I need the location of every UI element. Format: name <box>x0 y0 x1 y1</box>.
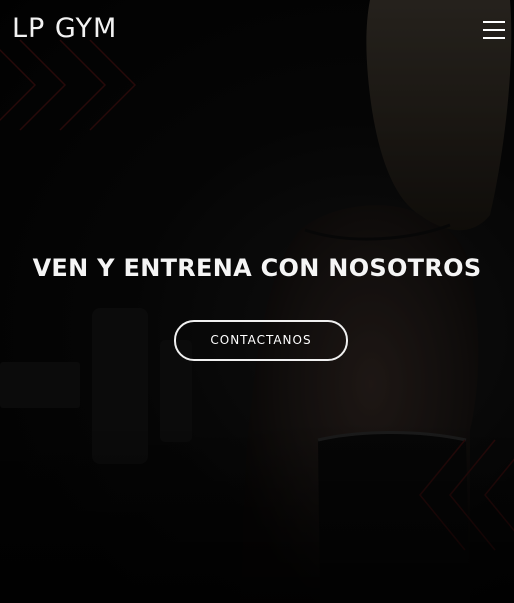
menu-bar-line <box>483 21 505 23</box>
site-logo[interactable]: LP GYM <box>12 12 117 46</box>
hero-background-image <box>0 0 514 603</box>
menu-bar-line <box>483 37 505 39</box>
menu-bar-line <box>483 29 505 31</box>
site-header: LP GYM <box>0 0 514 60</box>
contact-button[interactable]: CONTACTANOS <box>174 320 348 361</box>
hamburger-menu-icon[interactable] <box>483 20 505 40</box>
hero-section: LP GYM VEN Y ENTRENA CON NOSOTROS CONTAC… <box>0 0 514 603</box>
hero-headline: VEN Y ENTRENA CON NOSOTROS <box>32 254 482 282</box>
